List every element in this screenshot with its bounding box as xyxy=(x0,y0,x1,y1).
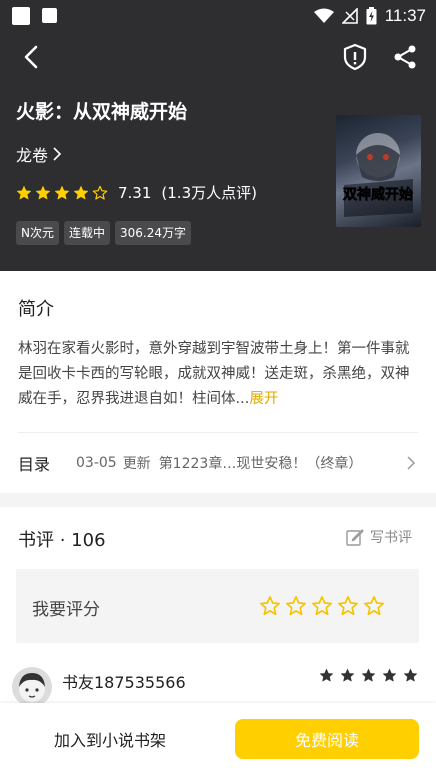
intro-text: 林羽在家看火影时，意外穿越到宇智波带土身上！第一件事就是回收卡卡西的写轮眼，成就… xyxy=(18,337,418,412)
star-filled-icon xyxy=(55,185,69,199)
toc-label: 目录 xyxy=(18,455,51,474)
rate-box: 我要评分 xyxy=(16,569,419,643)
tag-status: 连载中 xyxy=(63,221,110,245)
shield-icon[interactable] xyxy=(340,42,370,72)
status-bar: 11:37 xyxy=(0,0,436,32)
rate-star-icon[interactable] xyxy=(311,595,333,617)
comment-stars xyxy=(319,668,418,683)
chevron-right-icon xyxy=(407,456,416,470)
clock: 11:37 xyxy=(384,6,426,25)
bottom-bar: 加入到小说书架 免费阅读 xyxy=(0,703,436,776)
author-name: 龙卷 xyxy=(16,146,49,165)
tag-category: N次元 xyxy=(16,221,59,245)
back-arrow-icon[interactable] xyxy=(18,42,48,72)
share-icon[interactable] xyxy=(390,42,420,72)
book-title: 火影：从双神威开始 xyxy=(16,101,188,123)
star-filled-icon xyxy=(340,668,355,682)
write-review-button[interactable]: 写书评 xyxy=(346,527,412,547)
rating-score: 7.31 xyxy=(118,183,152,202)
expand-link[interactable]: 展开 xyxy=(249,391,278,407)
star-filled-icon xyxy=(361,668,376,682)
star-filled-icon xyxy=(36,185,50,199)
rating-stars xyxy=(16,185,108,201)
star-filled-icon xyxy=(319,668,334,682)
author-link[interactable]: 龙卷 xyxy=(16,142,62,166)
rate-star-icon[interactable] xyxy=(337,595,359,617)
toc-row[interactable]: 目录 03-05 更新 第1223章…现世安稳！（终章） xyxy=(18,448,418,478)
intro-heading: 简介 xyxy=(18,299,54,320)
rating-count: (1.3万人点评) xyxy=(161,184,257,202)
free-read-button[interactable]: 免费阅读 xyxy=(235,719,419,759)
write-review-label: 写书评 xyxy=(370,530,412,546)
rate-star-icon[interactable] xyxy=(285,595,307,617)
rate-label: 我要评分 xyxy=(32,600,100,620)
avatar[interactable] xyxy=(12,667,52,707)
tag-list: N次元 连载中 306.24万字 xyxy=(16,221,191,245)
star-empty-icon xyxy=(92,185,108,200)
star-filled-icon xyxy=(74,185,88,199)
edit-icon xyxy=(346,529,364,546)
commenter-name: 书友187535566 xyxy=(62,673,186,692)
rating-row: 7.31 (1.3万人点评) xyxy=(16,182,257,203)
wifi-icon xyxy=(313,8,334,23)
toc-update-label: 更新 xyxy=(122,456,151,472)
add-to-shelf-button[interactable]: 加入到小说书架 xyxy=(30,719,190,759)
cover-art: 双神威开始 xyxy=(343,133,413,217)
star-filled-icon xyxy=(403,668,418,682)
battery-icon xyxy=(366,7,377,25)
notification-icon xyxy=(12,7,30,25)
book-cover[interactable]: 双神威开始 xyxy=(336,115,421,227)
intro-body: 林羽在家看火影时，意外穿越到宇智波带土身上！第一件事就是回收卡卡西的写轮眼，成就… xyxy=(18,341,410,407)
rate-star-icon[interactable] xyxy=(363,595,385,617)
review-heading: 书评 · 106 xyxy=(18,530,106,551)
chevron-right-icon xyxy=(53,147,62,161)
star-filled-icon xyxy=(17,185,31,199)
toc-latest-chapter: 第1223章…现世安稳！（终章） xyxy=(158,456,363,472)
rate-star-icon[interactable] xyxy=(259,595,281,617)
notification-icon-2 xyxy=(42,8,57,23)
toc-date: 03-05 xyxy=(76,455,117,471)
divider xyxy=(18,432,418,433)
cover-title-text: 双神威开始 xyxy=(343,186,413,203)
tag-wordcount: 306.24万字 xyxy=(115,221,191,245)
book-header: 11:37 火影：从双神威开始 龙卷 7.31 (1.3万人点评) N次元 连载… xyxy=(0,0,436,271)
rate-stars[interactable] xyxy=(259,595,385,617)
star-filled-icon xyxy=(382,668,397,682)
signal-icon xyxy=(341,8,358,24)
